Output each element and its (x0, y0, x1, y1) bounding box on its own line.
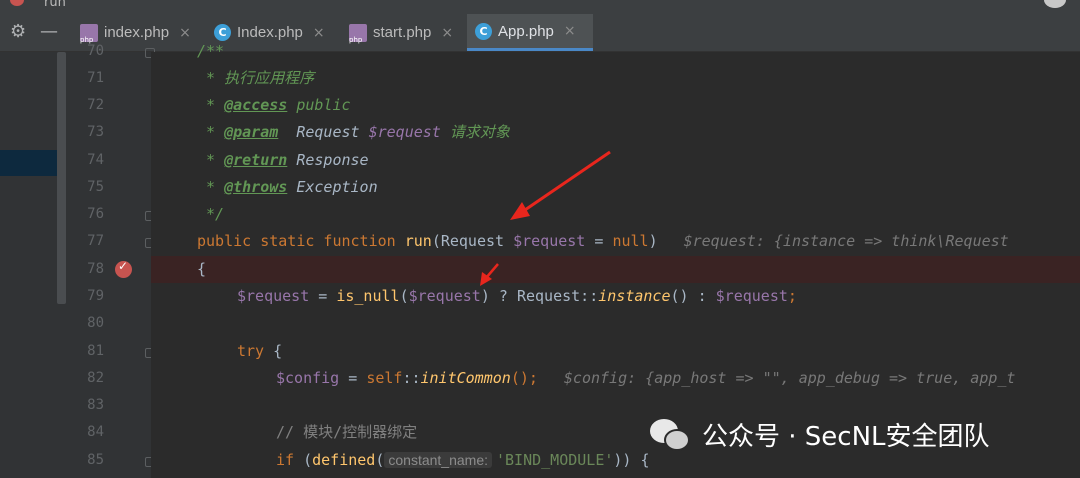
red-arrow-icon (480, 263, 499, 286)
watermark-text: 公众号 · SecNL安全团队 (702, 421, 990, 452)
watermark: 公众号 · SecNL安全团队 (650, 406, 990, 462)
wechat-icon (650, 417, 692, 451)
red-arrow-icon (510, 150, 611, 220)
